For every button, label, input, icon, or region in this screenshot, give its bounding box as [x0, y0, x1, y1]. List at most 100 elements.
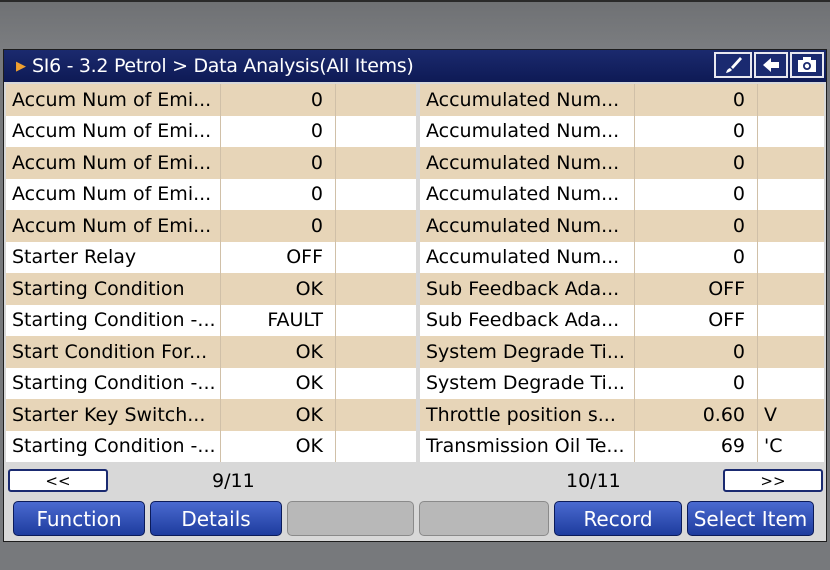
table-row[interactable]: Accumulated Num... 0	[420, 84, 824, 116]
item-value: 0	[635, 147, 758, 179]
item-unit	[758, 336, 824, 368]
item-value: 0	[221, 115, 336, 147]
title-toolbar	[714, 52, 824, 78]
pager-bar: << 9/11 10/11 >>	[4, 466, 826, 496]
item-value: OFF	[635, 304, 758, 336]
item-unit	[758, 210, 824, 242]
empty-button-2	[419, 501, 549, 536]
table-row[interactable]: Accum Num of Emi... 0	[6, 147, 416, 179]
item-unit	[336, 84, 416, 116]
table-row[interactable]: Starting Condition -... OK	[6, 430, 416, 462]
table-row[interactable]: Accumulated Num... 0	[420, 178, 824, 211]
item-unit	[758, 116, 824, 148]
table-row[interactable]: Accum Num of Emi... 0	[6, 84, 416, 116]
item-unit: 'C	[764, 435, 783, 458]
table-row[interactable]: Sub Feedback Ada... OFF	[420, 273, 824, 305]
item-unit	[758, 368, 824, 400]
title-bar: ▶ SI6 - 3.2 Petrol > Data Analysis(All I…	[4, 50, 826, 82]
item-unit	[336, 399, 416, 431]
item-name: Accumulated Num...	[420, 241, 635, 273]
item-name: Accumulated Num...	[420, 115, 635, 147]
item-unit	[336, 210, 416, 242]
details-button[interactable]: Details	[150, 501, 282, 536]
item-unit	[336, 305, 416, 337]
item-unit	[336, 368, 416, 400]
left-page-indicator: 9/11	[212, 470, 255, 492]
item-value: 0	[635, 367, 758, 399]
item-value: 0	[635, 241, 758, 273]
back-arrow-icon	[763, 58, 779, 72]
table-row[interactable]: Start Condition For... OK	[6, 336, 416, 368]
item-name: Sub Feedback Ada...	[420, 273, 635, 305]
item-unit	[758, 305, 824, 337]
page-title: SI6 - 3.2 Petrol > Data Analysis(All Ite…	[32, 55, 414, 77]
item-value: 69	[635, 430, 758, 462]
camera-icon	[798, 57, 816, 72]
table-row[interactable]: Accumulated Num... 0	[420, 241, 824, 274]
item-name: Accum Num of Emi...	[6, 147, 221, 179]
item-unit	[758, 147, 824, 179]
function-bar: Function Details Record Select Item	[4, 501, 826, 539]
item-name: Accumulated Num...	[420, 147, 635, 179]
table-row[interactable]: System Degrade Ti... 0	[420, 336, 824, 368]
table-row[interactable]: Accum Num of Emi... 0	[6, 115, 416, 147]
table-row[interactable]: Starting Condition -... OK	[6, 367, 416, 400]
main-panel: ▶ SI6 - 3.2 Petrol > Data Analysis(All I…	[3, 49, 827, 542]
item-name: Starter Key Switch...	[6, 399, 221, 431]
brush-icon	[726, 57, 742, 73]
right-column: Accumulated Num... 0 Accumulated Num... 0 …	[420, 84, 824, 462]
item-unit	[758, 179, 824, 211]
item-name: Throttle position s...	[420, 399, 635, 431]
item-name: Sub Feedback Ada...	[420, 304, 635, 336]
back-button[interactable]	[754, 52, 788, 78]
item-unit	[758, 242, 824, 274]
brush-button[interactable]	[714, 52, 752, 78]
function-button[interactable]: Function	[13, 501, 145, 536]
item-name: Starting Condition	[6, 273, 221, 305]
left-column: Accum Num of Emi... 0 Accum Num of Emi...…	[6, 84, 416, 462]
item-value: 0	[635, 115, 758, 147]
item-value: OK	[221, 367, 336, 399]
table-row[interactable]: Sub Feedback Ada... OFF	[420, 304, 824, 337]
item-value: 0.60	[635, 399, 758, 431]
empty-button-1	[287, 501, 414, 536]
item-unit	[336, 336, 416, 368]
item-name: Accum Num of Emi...	[6, 115, 221, 147]
item-unit	[758, 84, 824, 116]
table-row[interactable]: Accum Num of Emi... 0	[6, 178, 416, 210]
item-value: 0	[221, 147, 336, 179]
item-value: OFF	[635, 273, 758, 305]
item-unit	[336, 242, 416, 274]
table-row[interactable]: Starter Relay OFF	[6, 241, 416, 274]
top-frame	[0, 0, 830, 49]
item-value: 0	[635, 178, 758, 210]
item-value: OK	[221, 273, 336, 305]
item-name: System Degrade Ti...	[420, 367, 635, 399]
next-page-button[interactable]: >>	[723, 469, 823, 492]
table-row[interactable]: Starter Key Switch... OK	[6, 399, 416, 431]
camera-button[interactable]	[790, 52, 824, 78]
table-row[interactable]: Accum Num of Emi... 0	[6, 210, 416, 242]
table-row[interactable]: System Degrade Ti... 0	[420, 367, 824, 400]
table-row[interactable]: Throttle position s... 0.60 V	[420, 399, 824, 431]
table-row[interactable]: Accumulated Num... 0	[420, 115, 824, 148]
item-unit	[758, 273, 824, 305]
item-name: Starter Relay	[6, 241, 221, 273]
item-name: Accum Num of Emi...	[6, 84, 221, 116]
table-row[interactable]: Transmission Oil Te... 69 'C	[420, 430, 824, 462]
prev-page-button[interactable]: <<	[8, 469, 108, 492]
select-item-button[interactable]: Select Item	[687, 501, 814, 536]
item-value: 0	[635, 336, 758, 368]
table-row[interactable]: Starting Condition OK	[6, 273, 416, 305]
record-button[interactable]: Record	[554, 501, 682, 536]
table-row[interactable]: Accumulated Num... 0	[420, 147, 824, 179]
item-value: FAULT	[221, 304, 336, 336]
item-value: OK	[221, 430, 336, 462]
item-name: Accumulated Num...	[420, 84, 635, 116]
table-row[interactable]: Starting Condition -... FAULT	[6, 304, 416, 337]
item-unit	[336, 273, 416, 305]
item-unit	[336, 147, 416, 179]
table-row[interactable]: Accumulated Num... 0	[420, 210, 824, 242]
breadcrumb-arrow-icon: ▶	[16, 58, 26, 74]
item-name: Accumulated Num...	[420, 178, 635, 210]
